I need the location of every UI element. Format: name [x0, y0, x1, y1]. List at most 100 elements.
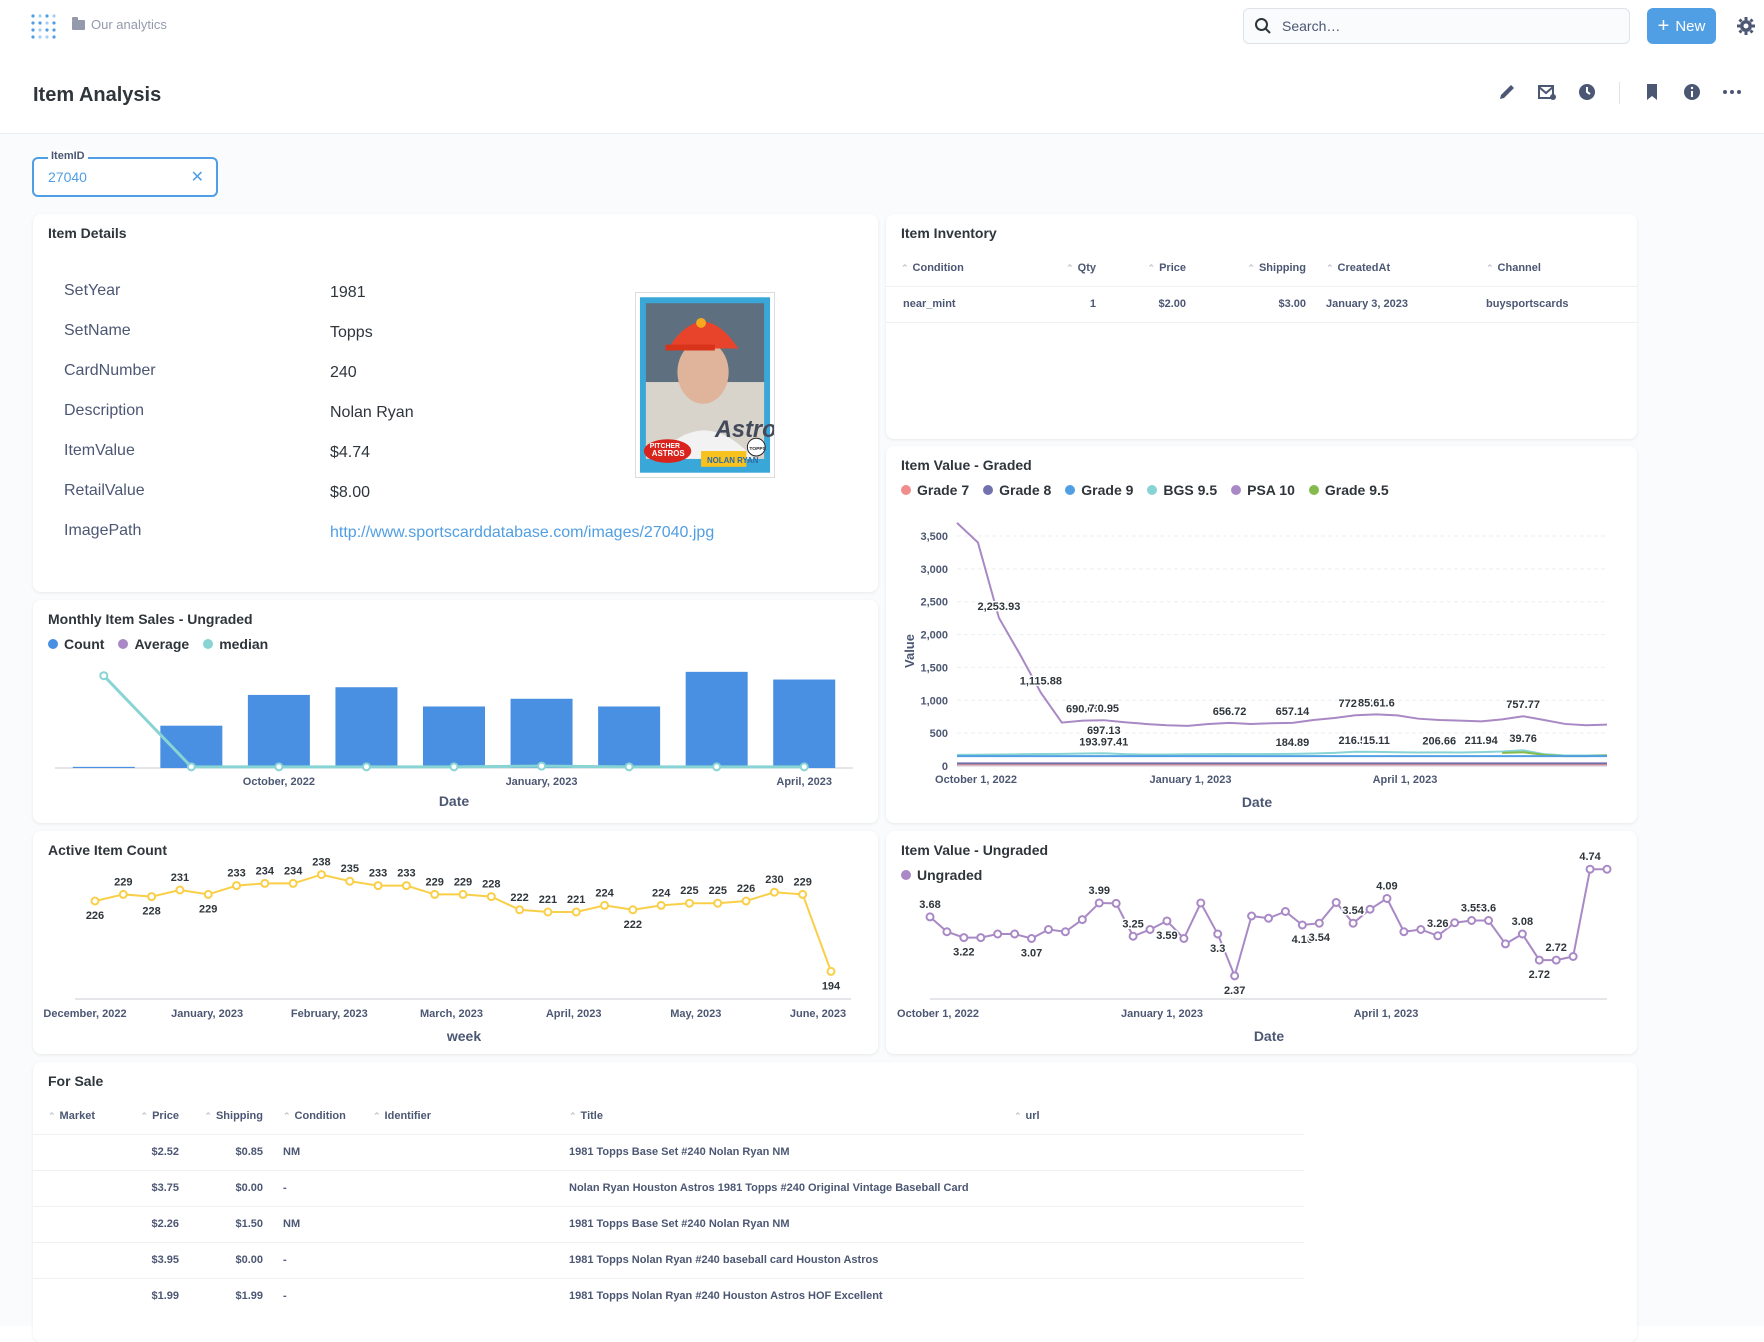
bookmark-icon[interactable] [1642, 82, 1662, 102]
cell-channel: buysportscards [1476, 285, 1637, 322]
search-input[interactable]: Search… [1243, 8, 1630, 44]
x-tick-label: October, 2022 [243, 776, 315, 788]
data-label: 3.54 [1342, 905, 1364, 917]
point-ungraded [1247, 911, 1257, 921]
data-label: 233 [369, 868, 387, 880]
point-ungraded [1568, 952, 1578, 961]
item-value-graded-card: Item Value - Graded Grade 7 Grade 8 Grad… [886, 446, 1637, 823]
detail-label: CardNumber [64, 362, 156, 379]
col-header-shipping[interactable]: ⌃ Shipping [189, 1098, 273, 1134]
table-row[interactable]: $3.75 $0.00 - Nolan Ryan Houston Astros … [33, 1169, 1304, 1206]
image-path-link[interactable]: http://www.sportscarddatabase.com/images… [330, 524, 714, 542]
x-axis-title: week [446, 1028, 481, 1044]
bar-count [247, 694, 310, 768]
cell-title: Nolan Ryan Houston Astros 1981 Topps #24… [559, 1169, 1004, 1206]
history-icon[interactable] [1577, 82, 1597, 102]
col-header-identifier[interactable]: ⌃ Identifier [363, 1098, 559, 1134]
itemid-filter[interactable]: ItemID 27040 ✕ [32, 150, 218, 197]
col-header-condition[interactable]: ⌃ Condition [886, 250, 1026, 286]
y-tick-label: 3,000 [920, 564, 948, 576]
col-header-price[interactable]: ⌃ Price [1106, 250, 1196, 286]
info-icon[interactable] [1682, 82, 1702, 102]
data-label: 233 [227, 868, 245, 880]
point-ungraded [1094, 898, 1104, 908]
data-label: 224 [652, 887, 671, 899]
data-label: 85.61.6 [1358, 697, 1395, 709]
y-tick-label: 0 [942, 761, 948, 773]
subscription-icon[interactable] [1537, 82, 1557, 102]
data-label: 656.72 [1213, 706, 1247, 718]
data-label: 1,115.88 [1020, 676, 1062, 688]
col-header-market[interactable]: ⌃ Market [33, 1098, 109, 1134]
point-ungraded [1467, 916, 1477, 925]
pencil-icon[interactable] [1497, 82, 1517, 102]
gear-icon[interactable] [1737, 17, 1755, 35]
col-header-url[interactable]: ⌃ url [1004, 1098, 1304, 1134]
data-label: 15.11 [1363, 735, 1390, 747]
new-button[interactable]: + New [1647, 8, 1716, 44]
page-title[interactable]: Item Analysis [33, 84, 161, 107]
col-header-condition[interactable]: ⌃ Condition [273, 1098, 363, 1134]
data-label: 233 [397, 868, 415, 880]
data-label: 3.68 [919, 899, 940, 911]
cell-shipping: $0.00 [189, 1241, 273, 1278]
point-ungraded [1145, 925, 1155, 934]
table-row[interactable]: $3.95 $0.00 - 1981 Topps Nolan Ryan #240… [33, 1241, 1304, 1278]
col-header-createdat[interactable]: ⌃ CreatedAt [1316, 250, 1476, 286]
data-label: 228 [142, 906, 160, 918]
col-header-qty[interactable]: ⌃ Qty [1026, 250, 1106, 286]
point-ungraded [1162, 916, 1172, 926]
card-title: Item Details [48, 225, 127, 241]
breadcrumb[interactable]: Our analytics [72, 16, 167, 32]
cell-price: $3.95 [109, 1241, 189, 1278]
data-label: 3.22 [953, 947, 974, 959]
table-row[interactable]: $2.52 $0.85 NM 1981 Topps Base Set #240 … [33, 1133, 1304, 1170]
x-tick-label: January 1, 2023 [1121, 1008, 1203, 1020]
col-header-shipping[interactable]: ⌃ Shipping [1196, 250, 1316, 286]
data-label: 234 [284, 865, 303, 877]
table-row[interactable]: $2.26 $1.50 NM 1981 Topps Base Set #240 … [33, 1205, 1304, 1242]
col-header-title[interactable]: ⌃ Title [559, 1098, 1004, 1134]
table-header-row: ⌃ Condition ⌃ Qty ⌃ Price ⌃ Shipping ⌃ Create… [886, 250, 1637, 286]
point-median [99, 671, 109, 681]
card-team-banner-text: ASTROS [652, 449, 685, 458]
point-active-count [798, 889, 808, 899]
cell-title: 1981 Topps Base Set #240 Nolan Ryan NM [559, 1205, 1004, 1242]
table-row[interactable]: near_mint 1 $2.00 $3.00 January 3, 2023 … [886, 285, 1637, 322]
data-label: 184.89 [1276, 737, 1310, 749]
data-label: 222 [510, 892, 528, 904]
data-label: 231 [171, 872, 189, 884]
point-ungraded [1365, 904, 1375, 914]
toolbar-divider [1619, 82, 1620, 104]
cell-price: $2.00 [1106, 285, 1196, 322]
card-brand: TOPPS [749, 446, 766, 452]
cell-shipping: $3.00 [1196, 285, 1316, 322]
x-tick-label: May, 2023 [670, 1008, 721, 1020]
col-header-channel[interactable]: ⌃ Channel [1476, 250, 1637, 286]
table-row[interactable]: $1.99 $1.99 - 1981 Topps Nolan Ryan #240… [33, 1277, 1304, 1314]
cell-shipping: $1.99 [189, 1277, 273, 1314]
point-ungraded [1450, 918, 1460, 928]
filter-value[interactable]: 27040 [48, 169, 87, 185]
data-label: 194 [822, 980, 841, 992]
point-ungraded [1551, 955, 1561, 965]
col-header-price[interactable]: ⌃ Price [109, 1098, 189, 1134]
cell-url [1004, 1169, 1304, 1206]
data-label: 657.14 [1276, 706, 1311, 718]
cell-price: $2.26 [109, 1205, 189, 1242]
clear-filter-icon[interactable]: ✕ [191, 167, 204, 187]
point-active-count [741, 896, 751, 906]
y-tick-label: 500 [930, 728, 948, 740]
cell-url [1004, 1241, 1304, 1278]
point-ungraded [1517, 929, 1527, 939]
cell-identifier [363, 1169, 559, 1206]
point-ungraded [1264, 913, 1273, 923]
data-label: 230 [765, 874, 783, 886]
point-ungraded [1196, 898, 1206, 908]
metabase-logo-icon[interactable] [30, 12, 58, 42]
point-ungraded [1433, 931, 1443, 941]
more-options-icon[interactable] [1722, 82, 1742, 102]
breadcrumb-collection[interactable]: Our analytics [91, 17, 167, 32]
data-label: 235 [341, 863, 359, 875]
cell-identifier [363, 1205, 559, 1242]
